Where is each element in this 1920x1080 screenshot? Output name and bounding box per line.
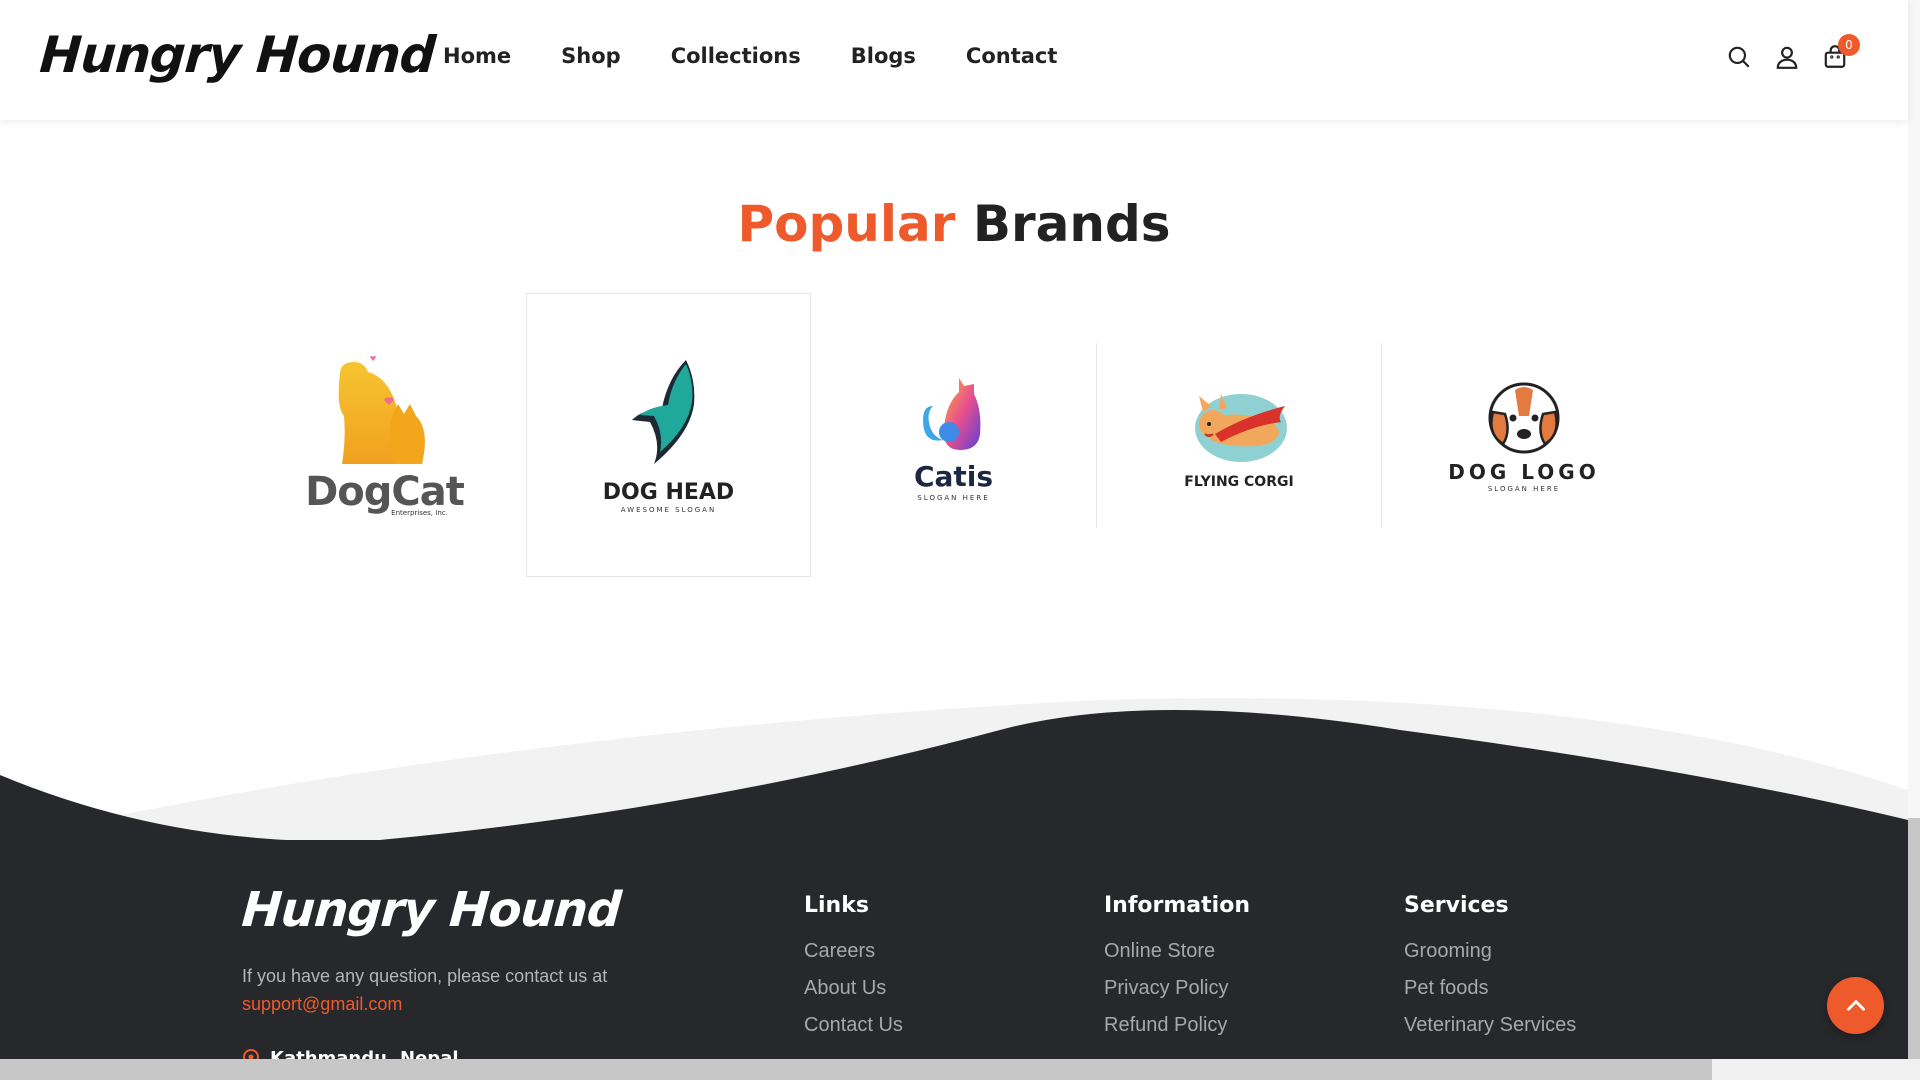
brand-name: Catis bbox=[913, 459, 994, 493]
brand-slogan: SLOGAN HERE bbox=[917, 493, 990, 502]
footer-col-links: Links Careers About Us Contact Us bbox=[804, 893, 903, 1051]
catis-logo-icon bbox=[922, 377, 980, 450]
dogcat-logo-icon bbox=[338, 356, 425, 464]
main-nav: Home Shop Collections Blogs Contact bbox=[443, 44, 1107, 68]
cart-count-badge: 0 bbox=[1838, 34, 1860, 56]
popular-brands-title: Popular Brands bbox=[0, 195, 1908, 253]
footer-col-services: Services Grooming Pet foods Veterinary S… bbox=[1404, 893, 1576, 1051]
footer-col-information: Information Online Store Privacy Policy … bbox=[1104, 893, 1250, 1051]
footer-logo[interactable]: Hungry Hound bbox=[240, 882, 622, 938]
back-to-top-button[interactable] bbox=[1827, 977, 1884, 1034]
vertical-scrollbar[interactable] bbox=[1908, 0, 1920, 1059]
site-logo[interactable]: Hungry Hound bbox=[38, 26, 437, 84]
nav-collections[interactable]: Collections bbox=[671, 44, 801, 68]
nav-shop[interactable]: Shop bbox=[561, 44, 621, 68]
footer-col-title: Services bbox=[1404, 893, 1509, 918]
chevron-up-icon bbox=[1846, 999, 1865, 1011]
footer-link-about[interactable]: About Us bbox=[804, 977, 903, 1000]
brand-name: DOG HEAD bbox=[602, 480, 735, 505]
search-icon[interactable] bbox=[1726, 44, 1752, 72]
dog-head-logo-icon bbox=[631, 360, 694, 464]
brand-card-dog-logo[interactable]: DOG LOGO SLOGAN HERE bbox=[1381, 343, 1666, 528]
footer-col-title: Information bbox=[1104, 893, 1250, 918]
horizontal-scrollbar-thumb[interactable] bbox=[0, 1059, 1712, 1080]
footer-col-title: Links bbox=[804, 893, 869, 918]
cart-icon[interactable]: 0 bbox=[1822, 34, 1860, 72]
horizontal-scrollbar[interactable] bbox=[0, 1059, 1920, 1080]
footer-link-refund[interactable]: Refund Policy bbox=[1104, 1014, 1250, 1037]
brands-carousel: DogCat Enterprises, Inc. DOG HEAD AWESOM… bbox=[242, 293, 1666, 577]
footer-wave bbox=[0, 698, 1908, 850]
footer-link-careers[interactable]: Careers bbox=[804, 940, 903, 963]
footer-contact-text: If you have any question, please contact… bbox=[242, 962, 607, 1018]
top-navbar: Hungry Hound Home Shop Collections Blogs… bbox=[0, 0, 1908, 120]
footer-link-privacy[interactable]: Privacy Policy bbox=[1104, 977, 1250, 1000]
brand-card-flying-corgi[interactable]: FLYING CORGI bbox=[1096, 343, 1381, 528]
brand-card-dogcat[interactable]: DogCat Enterprises, Inc. bbox=[242, 343, 527, 528]
brand-card-catis[interactable]: Catis SLOGAN HERE bbox=[811, 343, 1096, 528]
nav-blogs[interactable]: Blogs bbox=[851, 44, 916, 68]
title-rest: Brands bbox=[972, 195, 1171, 253]
dog-logo-icon bbox=[1488, 382, 1560, 454]
brand-card-dog-head[interactable]: DOG HEAD AWESOME SLOGAN bbox=[526, 293, 811, 577]
footer-link-veterinary[interactable]: Veterinary Services bbox=[1404, 1014, 1576, 1037]
title-accent: Popular bbox=[737, 195, 956, 253]
user-icon[interactable] bbox=[1774, 44, 1800, 72]
brand-slogan: SLOGAN HERE bbox=[1487, 485, 1561, 493]
brand-name: DOG LOGO bbox=[1448, 460, 1600, 484]
nav-home[interactable]: Home bbox=[443, 44, 511, 68]
footer-link-grooming[interactable]: Grooming bbox=[1404, 940, 1576, 963]
footer-link-pet-foods[interactable]: Pet foods bbox=[1404, 977, 1576, 1000]
footer-link-online-store[interactable]: Online Store bbox=[1104, 940, 1250, 963]
brand-slogan: AWESOME SLOGAN bbox=[620, 506, 717, 514]
site-footer bbox=[0, 840, 1908, 1080]
footer-link-contact[interactable]: Contact Us bbox=[804, 1014, 903, 1037]
brand-slogan: Enterprises, Inc. bbox=[391, 509, 448, 517]
brand-name: FLYING CORGI bbox=[1184, 473, 1294, 490]
header-actions: 0 bbox=[1726, 34, 1860, 72]
vertical-scrollbar-thumb[interactable] bbox=[1908, 818, 1920, 1059]
nav-contact[interactable]: Contact bbox=[966, 44, 1058, 68]
contact-text: If you have any question, please contact… bbox=[242, 966, 608, 986]
footer-email-link[interactable]: support@gmail.com bbox=[242, 990, 607, 1018]
flying-corgi-logo-icon bbox=[1195, 393, 1287, 462]
